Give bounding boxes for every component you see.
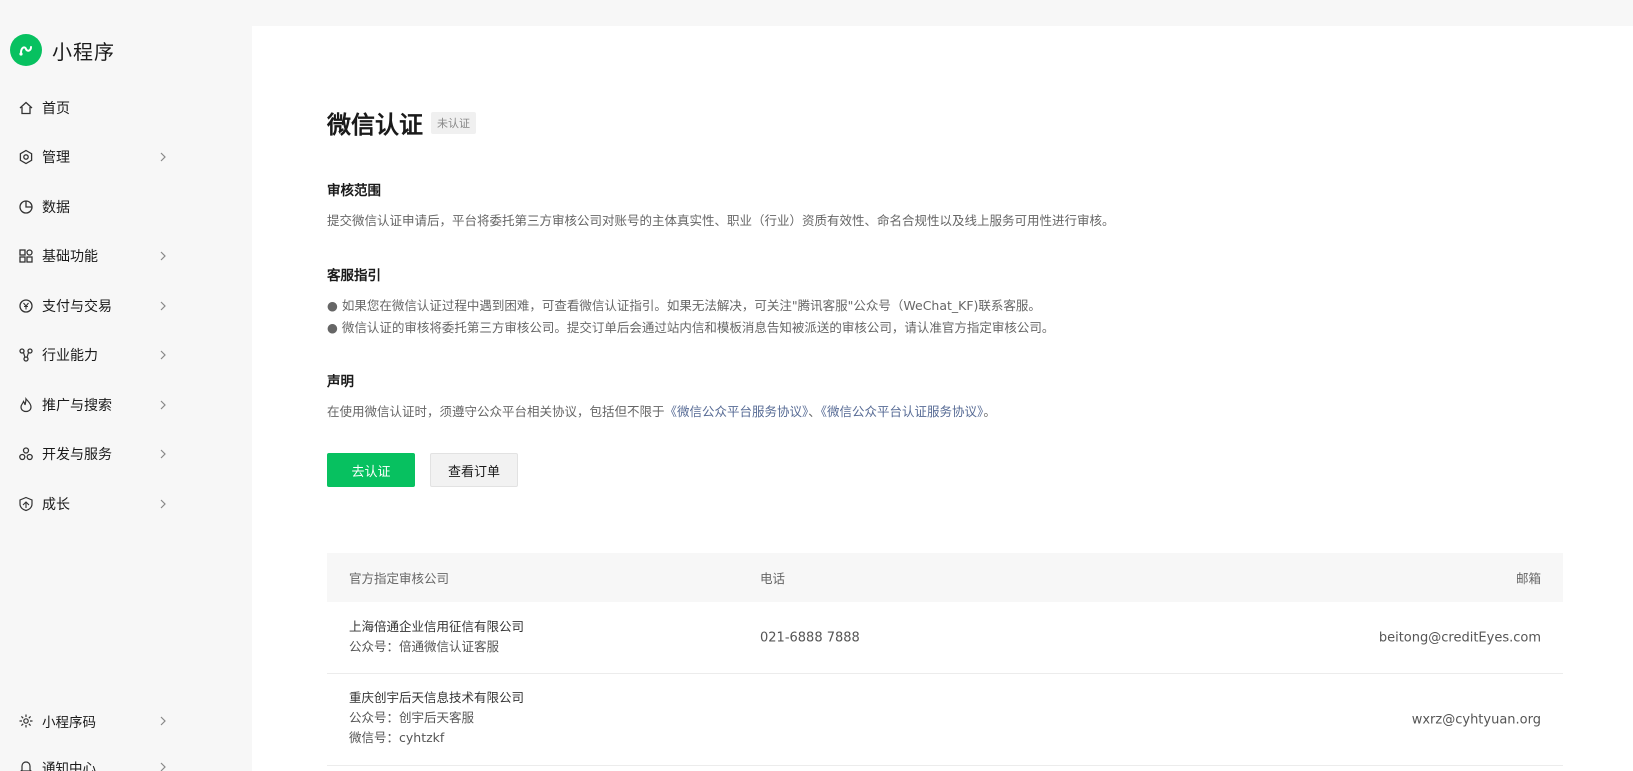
- app-root: 小程序 首页 管理 数据 基础功能 支付与交易 行业能力 推广与搜索 开发与服务…: [0, 0, 1633, 771]
- chevron-right-icon: [157, 250, 169, 262]
- guide-bullet: ● 如果您在微信认证过程中遇到困难，可查看微信认证指引。如果无法解决，可关注"腾…: [327, 298, 1041, 313]
- action-bar: 去认证 查看订单: [327, 453, 518, 487]
- chevron-right-icon: [157, 349, 169, 361]
- company-name: 重庆创宇后天信息技术有限公司: [349, 690, 525, 705]
- view-orders-button[interactable]: 查看订单: [430, 453, 518, 487]
- yuan-coin-icon: [18, 298, 34, 314]
- statement-section: 声明 在使用微信认证时，须遵守公众平台相关协议，包括但不限于《微信公众平台服务协…: [327, 370, 996, 422]
- section-text: 提交微信认证申请后，平台将委托第三方审核公司对账号的主体真实性、职业（行业）资质…: [327, 213, 1115, 228]
- company-wechat-id: 微信号：cyhtzkf: [349, 730, 445, 745]
- sidebar-item-growth[interactable]: 成长: [0, 479, 252, 529]
- certification-agreement-link[interactable]: 《微信公众平台认证服务协议》: [821, 404, 984, 419]
- brand[interactable]: 小程序: [10, 34, 115, 66]
- chevron-down-icon: [157, 761, 169, 771]
- service-guide-section: 客服指引 ● 如果您在微信认证过程中遇到困难，可查看微信认证指引。如果无法解决，…: [327, 264, 1054, 339]
- status-badge: 未认证: [431, 111, 476, 134]
- statement-separator: 、: [808, 404, 821, 419]
- email-cell: beitong@creditEyes.com: [1378, 630, 1541, 645]
- statement-text: 在使用微信认证时，须遵守公众平台相关协议，包括但不限于《微信公众平台服务协议》、…: [327, 401, 996, 422]
- sidebar-item-label: 基础功能: [42, 249, 98, 266]
- sun-code-icon: [18, 713, 34, 729]
- main-panel: 微信认证 未认证 审核范围 提交微信认证申请后，平台将委托第三方审核公司对账号的…: [252, 26, 1633, 771]
- hexagon-settings-icon: [18, 149, 34, 165]
- sidebar-item-home[interactable]: 首页: [0, 83, 252, 133]
- sidebar-item-label: 首页: [42, 100, 70, 117]
- sidebar-item-label: 小程序码: [42, 715, 96, 731]
- section-heading: 声明: [327, 374, 354, 390]
- sidebar-item-label: 支付与交易: [42, 298, 112, 315]
- sidebar-item-basic-features[interactable]: 基础功能: [0, 232, 252, 282]
- company-cell: 重庆创宇后天信息技术有限公司 公众号：创宇后天客服 微信号：cyhtzkf: [349, 688, 524, 748]
- guide-bullet: ● 微信认证的审核将委托第三方审核公司。提交订单后会通过站内信和模板消息告知被派…: [327, 320, 1055, 335]
- column-header-company: 官方指定审核公司: [349, 571, 450, 586]
- email-cell: wxrz@cyhtyuan.org: [1411, 712, 1541, 727]
- sidebar-item-label: 推广与搜索: [42, 397, 112, 414]
- sidebar-item-label: 管理: [42, 150, 70, 167]
- section-heading: 审核范围: [327, 183, 381, 199]
- company-account: 公众号：创宇后天客服: [349, 710, 475, 725]
- company-name: 上海倍通企业信用征信有限公司: [349, 619, 525, 634]
- sidebar-item-qrcode[interactable]: 小程序码: [0, 698, 252, 744]
- sidebar-item-promotion[interactable]: 推广与搜索: [0, 380, 252, 430]
- sidebar-item-notifications[interactable]: 通知中心: [0, 744, 252, 771]
- sidebar-item-label: 开发与服务: [42, 447, 112, 464]
- review-scope-section: 审核范围 提交微信认证申请后，平台将委托第三方审核公司对账号的主体真实性、职业（…: [327, 179, 1115, 231]
- start-certification-button[interactable]: 去认证: [327, 453, 415, 487]
- brand-title: 小程序: [52, 39, 115, 64]
- service-agreement-link[interactable]: 《微信公众平台服务协议》: [665, 404, 809, 419]
- table-row: 上海倍通企业信用征信有限公司 公众号：倍通微信认证客服 021-6888 788…: [327, 602, 1563, 674]
- chevron-right-icon: [157, 399, 169, 411]
- auditor-table: 官方指定审核公司 电话 邮箱 上海倍通企业信用征信有限公司 公众号：倍通微信认证…: [327, 553, 1563, 766]
- bell-icon: [18, 759, 34, 771]
- chevron-right-icon: [157, 151, 169, 163]
- flame-icon: [18, 396, 34, 413]
- sidebar-item-payment[interactable]: 支付与交易: [0, 281, 252, 331]
- sidebar-nav: 首页 管理 数据 基础功能 支付与交易 行业能力 推广与搜索 开发与服务 成长: [0, 83, 252, 529]
- page-title: 微信认证: [327, 111, 423, 139]
- sidebar-item-data[interactable]: 数据: [0, 182, 252, 232]
- page-header: 微信认证 未认证: [327, 105, 476, 140]
- statement-prefix: 在使用微信认证时，须遵守公众平台相关协议，包括但不限于: [327, 404, 665, 419]
- chevron-right-icon: [157, 498, 169, 510]
- mini-program-logo-icon: [10, 34, 42, 66]
- nodes-icon: [18, 347, 34, 363]
- home-icon: [18, 100, 34, 116]
- chevron-right-icon: [157, 715, 169, 727]
- sidebar-item-manage[interactable]: 管理: [0, 133, 252, 183]
- phone-cell: 021-6888 7888: [760, 630, 860, 645]
- sidebar-item-development[interactable]: 开发与服务: [0, 430, 252, 480]
- chevron-right-icon: [157, 300, 169, 312]
- column-header-phone: 电话: [760, 571, 786, 586]
- sidebar-item-industry[interactable]: 行业能力: [0, 331, 252, 381]
- shield-growth-icon: [18, 496, 34, 512]
- cluster-circles-icon: [18, 446, 34, 462]
- chevron-right-icon: [157, 448, 169, 460]
- table-row: 重庆创宇后天信息技术有限公司 公众号：创宇后天客服 微信号：cyhtzkf wx…: [327, 674, 1563, 766]
- table-header: 官方指定审核公司 电话 邮箱: [327, 553, 1563, 602]
- section-heading: 客服指引: [327, 268, 381, 284]
- sidebar: 小程序 首页 管理 数据 基础功能 支付与交易 行业能力 推广与搜索 开发与服务…: [0, 0, 252, 771]
- pie-chart-icon: [18, 199, 34, 215]
- sidebar-item-label: 数据: [42, 199, 70, 216]
- company-cell: 上海倍通企业信用征信有限公司 公众号：倍通微信认证客服: [349, 617, 524, 657]
- sidebar-item-label: 成长: [42, 496, 70, 513]
- grid-apps-icon: [18, 248, 34, 264]
- sidebar-bottom-nav: 小程序码 通知中心: [0, 698, 252, 771]
- column-header-email: 邮箱: [1515, 571, 1541, 586]
- sidebar-item-label: 通知中心: [42, 761, 96, 771]
- company-account: 公众号：倍通微信认证客服: [349, 639, 500, 654]
- statement-suffix: 。: [983, 404, 996, 419]
- sidebar-item-label: 行业能力: [42, 348, 98, 365]
